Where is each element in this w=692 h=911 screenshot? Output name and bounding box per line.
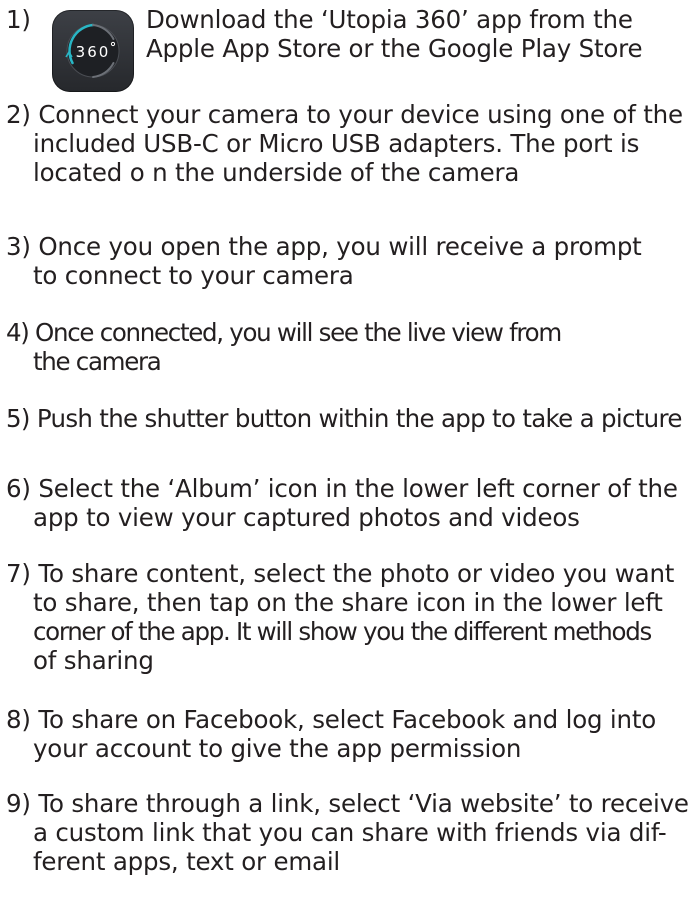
step-7-line-1: 7) To share content, select the photo or… [6,559,675,588]
utopia-360-app-icon: 360 [52,10,134,92]
step-2-line-3: located o n the underside of the camera [33,158,520,187]
step-3-line-1: 3) Once you open the app, you will recei… [6,232,642,261]
step-5: 5) Push the shutter button within the ap… [6,404,682,433]
step-1-line-2: Apple App Store or the Google Play Store [146,34,643,63]
step-number: 4) [6,318,30,347]
step-number: 7) [6,559,31,588]
step-8-line-2: your account to give the app permission [33,734,522,763]
app-icon-label: 360 [76,43,111,61]
step-4-line-2: the camera [33,347,162,376]
step-8: 8) To share on Facebook, select Facebook… [6,705,656,763]
step-3-line-2: to connect to your camera [33,261,354,290]
step-6: 6) Select the ‘Album’ icon in the lower … [6,474,678,532]
step-3: 3) Once you open the app, you will recei… [6,232,642,290]
step-number: 1) [6,5,31,34]
step-number: 9) [6,789,31,818]
step-7-line-3: corner of the app. It will show you the … [33,617,652,646]
step-1-line-1: Download the ‘Utopia 360’ app from the [146,5,633,34]
step-7-line-2: to share, then tap on the share icon in … [33,588,663,617]
step-9-line-1: 9) To share through a link, select ‘Via … [6,789,689,818]
step-2: 2) Connect your camera to your device us… [6,100,683,187]
step-6-line-2: app to view your captured photos and vid… [33,503,580,532]
step-6-line-1: 6) Select the ‘Album’ icon in the lower … [6,474,678,503]
step-9-line-2: a custom link that you can share with fr… [33,818,667,847]
step-2-line-2: included USB-C or Micro USB adapters. Th… [33,129,640,158]
step-4: 4) Once connected, you will see the live… [6,318,562,376]
step-9-line-3: ferent apps, text or email [33,847,341,876]
step-9: 9) To share through a link, select ‘Via … [6,789,689,876]
step-7: 7) To share content, select the photo or… [6,559,674,675]
step-number: 6) [6,474,31,503]
step-number: 2) [6,100,31,129]
step-2-line-1: 2) Connect your camera to your device us… [6,100,683,129]
step-number: 5) [6,404,30,433]
step-7-line-4: of sharing [33,646,154,675]
step-4-line-1: 4) Once connected, you will see the live… [6,318,562,347]
step-5-line-1: 5) Push the shutter button within the ap… [6,404,682,433]
step-number: 8) [6,705,31,734]
step-1: 1) 360 Download the ‘Utopia 360’ app fro… [6,5,686,95]
step-number: 3) [6,232,31,261]
step-8-line-1: 8) To share on Facebook, select Facebook… [6,705,657,734]
